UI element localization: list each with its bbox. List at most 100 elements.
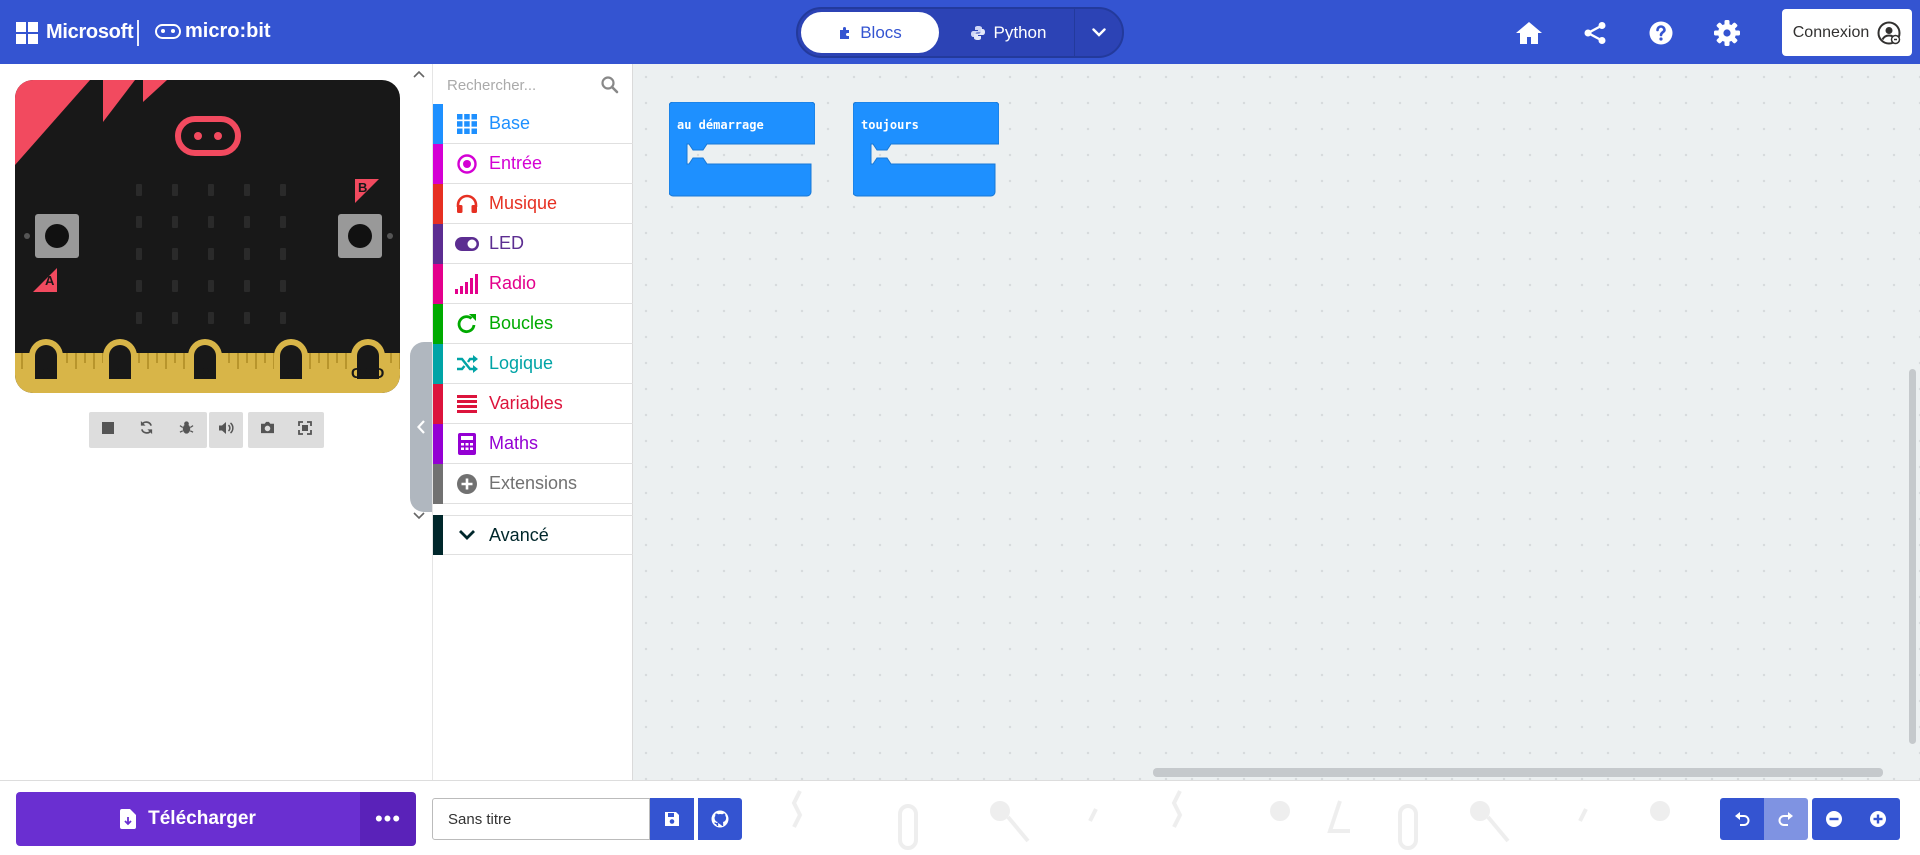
screenshot-button[interactable] <box>260 421 275 439</box>
block-on-start[interactable]: au démarrage <box>669 102 815 198</box>
search-input[interactable] <box>447 74 607 96</box>
sim-scroll-down[interactable] <box>412 508 426 522</box>
calculator-icon <box>455 432 479 456</box>
led <box>208 216 214 228</box>
sim-scroll-up[interactable] <box>412 66 426 80</box>
pin-label: 0 <box>42 365 51 382</box>
category-color-bar <box>433 183 443 224</box>
redo-button[interactable] <box>1764 798 1808 840</box>
led <box>172 280 178 292</box>
category-extensions[interactable]: Extensions <box>433 463 633 504</box>
plus-circle-icon <box>455 472 479 496</box>
category-base[interactable]: Base <box>433 103 633 144</box>
stop-icon <box>101 422 114 434</box>
project-name-input[interactable] <box>432 798 650 840</box>
sim-controls-group-3 <box>248 412 324 448</box>
undo-icon <box>1735 812 1750 826</box>
github-button[interactable] <box>698 798 742 840</box>
fullscreen-button[interactable] <box>298 420 313 440</box>
block-forever-shape <box>853 102 999 197</box>
led <box>136 280 142 292</box>
category-label: Musique <box>489 193 558 213</box>
microsoft-logo-icon <box>16 21 38 44</box>
block-on-start-shape <box>669 102 815 197</box>
screenshot-icon <box>260 421 274 434</box>
footer-pattern-decoration <box>791 790 1670 850</box>
led <box>280 248 286 260</box>
led <box>280 280 286 292</box>
button-b[interactable] <box>338 214 382 258</box>
category-label: Variables <box>489 393 563 413</box>
microbit-board[interactable]: A B 0 1 2 3V GND <box>15 80 400 393</box>
button-a[interactable] <box>35 214 79 258</box>
category-radio[interactable]: Radio <box>433 263 633 304</box>
settings-button[interactable] <box>1712 18 1742 48</box>
category-math[interactable]: Maths <box>433 423 633 464</box>
footer-toolbar: Télécharger ••• <box>0 780 1920 855</box>
category-led[interactable]: LED <box>433 223 633 264</box>
download-button[interactable]: Télécharger <box>16 792 360 846</box>
download-more-button[interactable]: ••• <box>360 792 416 846</box>
chevron-down-icon <box>413 512 425 520</box>
category-label: Base <box>489 113 531 133</box>
help-icon <box>1649 21 1673 45</box>
block-forever[interactable]: toujours <box>853 102 999 198</box>
zoom-out-button[interactable] <box>1812 798 1856 840</box>
tab-blocks[interactable]: Blocs <box>801 12 939 53</box>
board-edge-dot <box>24 233 30 239</box>
pin-label: GND <box>351 365 385 382</box>
category-label: Extensions <box>489 473 578 493</box>
category-loops[interactable]: Boucles <box>433 303 633 344</box>
category-variables[interactable]: Variables <box>433 383 633 424</box>
signin-button[interactable]: Connexion <box>1782 9 1912 56</box>
sound-button[interactable] <box>218 421 234 440</box>
toggle-divider <box>1074 9 1075 56</box>
led <box>136 184 142 196</box>
save-button[interactable] <box>650 798 694 840</box>
category-music[interactable]: Musique <box>433 183 633 224</box>
category-color-bar <box>433 103 443 144</box>
led <box>208 312 214 324</box>
toolbox-search <box>433 64 633 104</box>
tab-python[interactable]: Python <box>948 12 1068 53</box>
stop-button[interactable] <box>101 421 114 439</box>
sim-collapse-handle[interactable] <box>410 342 432 512</box>
restart-button[interactable] <box>139 420 154 440</box>
category-logic[interactable]: Logique <box>433 343 633 384</box>
workspace-vertical-scrollbar[interactable] <box>1909 369 1916 744</box>
led <box>244 312 250 324</box>
board-edge-dot <box>387 233 393 239</box>
led <box>172 184 178 196</box>
zoom-in-button[interactable] <box>1856 798 1900 840</box>
blocks-workspace[interactable]: au démarrage toujours <box>633 64 1920 780</box>
corner-stripes-icon <box>15 80 167 165</box>
category-color-bar <box>433 343 443 384</box>
zoom-in-icon <box>1870 811 1886 827</box>
editor-dropdown[interactable] <box>1078 12 1120 53</box>
category-label: Boucles <box>489 313 554 333</box>
search-icon[interactable] <box>601 76 619 94</box>
microsoft-logo[interactable]: Microsoft <box>16 21 134 44</box>
category-input[interactable]: Entrée <box>433 143 633 184</box>
puzzle-icon <box>840 26 850 39</box>
microbit-logo[interactable]: micro:bit <box>155 20 271 43</box>
button-b-label: B <box>358 180 368 195</box>
help-button[interactable] <box>1646 18 1676 48</box>
led <box>208 184 214 196</box>
home-button[interactable] <box>1514 18 1544 48</box>
microbit-logo-icon <box>155 24 181 39</box>
header: Microsoft micro:bit Blocs Python Connexi… <box>0 0 1920 64</box>
category-color-bar <box>433 223 443 264</box>
tab-blocks-label: Blocs <box>860 22 902 42</box>
share-button[interactable] <box>1580 18 1610 48</box>
more-icon: ••• <box>374 806 402 831</box>
undo-button[interactable] <box>1720 798 1764 840</box>
brand-label: Microsoft <box>46 21 134 43</box>
workspace-horizontal-scrollbar[interactable] <box>1153 768 1883 777</box>
tab-python-label: Python <box>993 22 1047 42</box>
block-label: au démarrage <box>677 118 764 132</box>
debug-button[interactable] <box>179 420 194 440</box>
logo-touch-icon[interactable] <box>175 116 241 156</box>
category-color-bar <box>433 423 443 464</box>
category-advanced[interactable]: Avancé <box>433 515 633 555</box>
